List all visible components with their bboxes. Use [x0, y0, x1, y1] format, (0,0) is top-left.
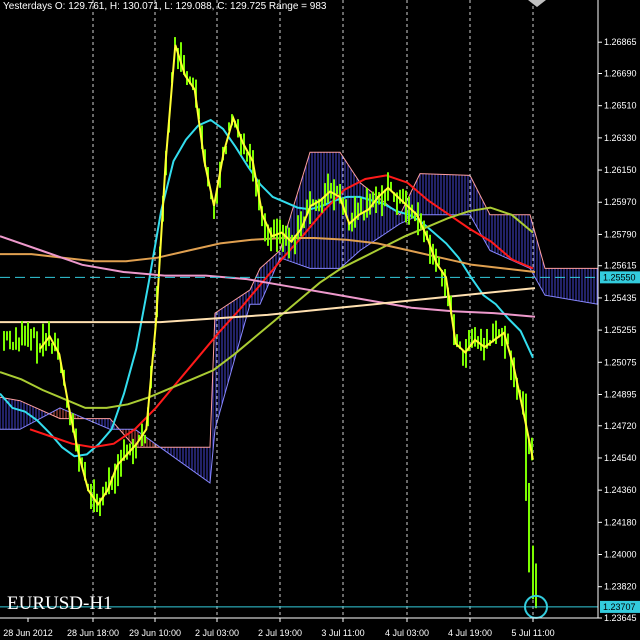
y-tick-label: 1.25790 — [604, 229, 637, 239]
y-tick-label: 1.25615 — [604, 261, 637, 271]
current-price-box-label: 1.23707 — [603, 602, 636, 612]
y-tick-label: 1.25435 — [604, 293, 637, 303]
x-tick-label: 28 Jun 18:00 — [67, 628, 119, 638]
y-tick-label: 1.24540 — [604, 453, 637, 463]
y-tick-label: 1.26690 — [604, 68, 637, 78]
y-tick-label: 1.26330 — [604, 133, 637, 143]
y-tick-label: 1.24360 — [604, 485, 637, 495]
x-tick-label: 4 Jul 19:00 — [448, 628, 492, 638]
x-tick-label: 28 Jun 2012 — [3, 628, 53, 638]
x-tick-label: 3 Jul 11:00 — [321, 628, 364, 638]
y-tick-label: 1.25970 — [604, 197, 637, 207]
y-tick-label: 1.26510 — [604, 101, 637, 111]
chart-background — [0, 0, 640, 640]
y-tick-label: 1.25075 — [604, 357, 637, 367]
y-tick-label: 1.23645 — [604, 613, 637, 623]
x-tick-label: 29 Jun 10:00 — [129, 628, 181, 638]
x-tick-label: 4 Jul 03:00 — [385, 628, 429, 638]
y-tick-label: 1.24720 — [604, 421, 637, 431]
y-tick-label: 1.24000 — [604, 550, 637, 560]
symbol-label: EURUSD-H1 — [7, 593, 113, 614]
price-chart[interactable]: 1.25550 1.23707 1.26865 1.26690 1.26510 1.26… — [0, 0, 640, 640]
y-tick-label: 1.23820 — [604, 582, 637, 592]
y-tick-label: 1.24180 — [604, 517, 637, 527]
x-tick-label: 2 Jul 03:00 — [195, 628, 239, 638]
y-tick-label: 1.26150 — [604, 165, 637, 175]
y-tick-label: 1.25255 — [604, 325, 637, 335]
info-line: Yesterdays O: 129.761, H: 130.071, L: 12… — [3, 1, 327, 12]
level-price-box-label: 1.25550 — [603, 272, 636, 282]
y-tick-label: 1.24895 — [604, 389, 637, 399]
y-tick-label: 1.26865 — [604, 37, 637, 47]
x-tick-label: 5 Jul 11:00 — [511, 628, 554, 638]
x-tick-label: 2 Jul 19:00 — [258, 628, 302, 638]
